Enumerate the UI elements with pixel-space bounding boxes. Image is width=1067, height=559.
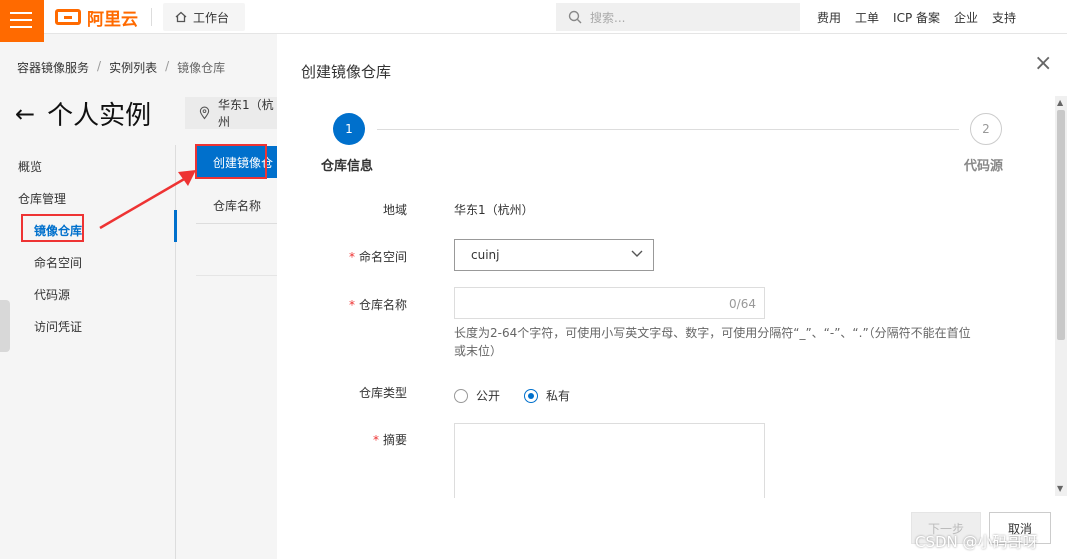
scroll-up-icon[interactable]: ▲ [1057,98,1063,107]
repo-name-input[interactable]: 0/64 [454,287,765,319]
chevron-down-icon [631,250,643,257]
create-repo-dialog: 创建镜像仓库 × 1 2 仓库信息 代码源 地域 华东1（杭州） * 命名空间 c… [277,34,1067,559]
summary-field-label: * 摘要 [372,433,407,447]
dialog-scrollbar[interactable]: ▲ ▼ [1055,96,1067,496]
region-field-label: 地域 [382,203,407,217]
step-1-indicator: 1 [333,113,365,145]
repo-type-field-label: 仓库类型 [358,386,407,400]
namespace-field-label: * 命名空间 [348,250,407,264]
step-2-indicator: 2 [970,113,1002,145]
step-2-label: 代码源 [964,159,1004,174]
region-field-value: 华东1（杭州） [454,203,534,217]
watermark: CSDN @小码哥呀 [915,533,1038,551]
scrollbar-thumb[interactable] [1057,110,1065,340]
char-counter: 0/64 [729,297,756,311]
step-connector [377,129,959,130]
dialog-title: 创建镜像仓库 [301,63,392,81]
repo-type-private-radio[interactable]: 私有 [524,387,570,404]
step-1-label: 仓库信息 [321,159,374,174]
repo-type-public-radio[interactable]: 公开 [454,387,500,404]
scroll-down-icon[interactable]: ▼ [1057,484,1063,493]
namespace-selected-value: cuinj [471,248,500,262]
repo-name-field-label: * 仓库名称 [348,298,407,312]
close-icon[interactable]: × [1034,53,1052,75]
namespace-select[interactable]: cuinj [454,239,654,271]
radio-icon [454,388,468,403]
repo-name-hint: 长度为2-64个字符，可使用小写英文字母、数字，可使用分隔符“_”、“-”、“.… [454,326,971,358]
radio-checked-icon [524,388,538,403]
summary-textarea[interactable] [454,423,765,498]
